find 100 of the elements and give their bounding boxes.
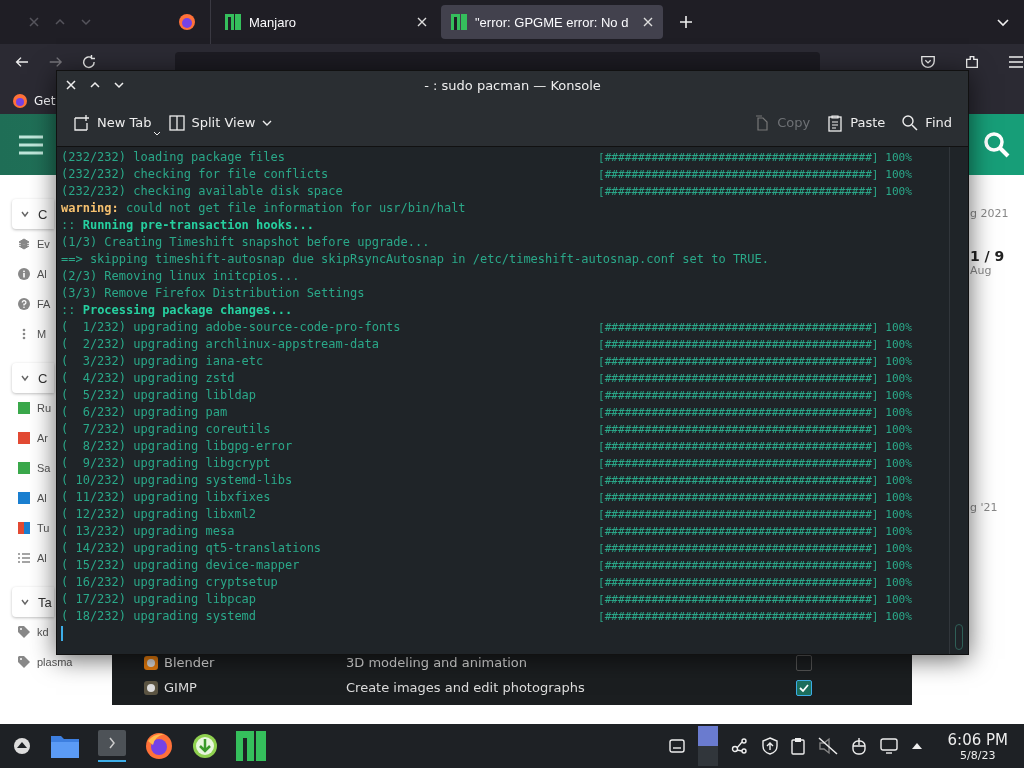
- terminal-line: ( 4/232) upgrading zstd: [61, 370, 236, 387]
- date-text: g '21: [969, 501, 999, 514]
- sidebar-link[interactable]: Ar: [37, 432, 48, 444]
- share-icon[interactable]: [730, 737, 749, 755]
- firefox-icon[interactable]: [144, 731, 174, 761]
- section-header[interactable]: C: [12, 363, 54, 393]
- menu-icon[interactable]: [1008, 54, 1024, 70]
- app-name: GIMP: [164, 680, 198, 695]
- terminal-line: ( 9/232) upgrading libgcrypt: [61, 455, 272, 472]
- terminal-task[interactable]: [98, 730, 126, 762]
- sidebar-link[interactable]: Al: [37, 552, 47, 564]
- manjaro-icon: [451, 14, 467, 30]
- reload-icon[interactable]: [81, 54, 98, 70]
- new-tab-button[interactable]: New Tab: [67, 109, 158, 136]
- browser-tab[interactable]: Manjaro: [215, 5, 437, 39]
- progress-text: [########################################] 100%: [598, 354, 912, 370]
- terminal-line: (232/232) loading package files: [61, 149, 286, 166]
- sidebar-link[interactable]: Tu: [37, 522, 50, 534]
- download-icon[interactable]: [192, 733, 218, 759]
- progress-text: [########################################] 100%: [598, 507, 912, 523]
- post-counter: 1 / 9: [969, 248, 1006, 264]
- search-icon: [982, 130, 1011, 159]
- back-icon[interactable]: [14, 54, 30, 70]
- list-icon: [18, 552, 30, 564]
- tab-title: Manjaro: [249, 14, 297, 30]
- firefox-icon[interactable]: [178, 13, 196, 31]
- section-header[interactable]: Ta: [12, 587, 54, 617]
- terminal-line: ( 12/232) upgrading libxml2: [61, 506, 258, 523]
- tab-title: "error: GPGME error: No d: [475, 14, 630, 30]
- expand-icon[interactable]: [910, 742, 923, 750]
- progress-text: [########################################] 100%: [598, 184, 912, 200]
- desktop-pager[interactable]: [697, 726, 718, 766]
- split-view-icon: [167, 113, 186, 132]
- firefox-icon[interactable]: [12, 93, 28, 109]
- text-cursor: [61, 626, 63, 641]
- terminal-line: (2/3) Removing linux initcpios...: [61, 268, 300, 285]
- forward-icon[interactable]: [47, 54, 64, 70]
- manjaro-icon: [225, 14, 241, 30]
- terminal-line: ( 11/232) upgrading libxfixes: [61, 489, 272, 506]
- section-header[interactable]: C: [12, 199, 54, 229]
- shield-icon[interactable]: [761, 737, 778, 755]
- sidebar-link[interactable]: FA: [37, 298, 51, 310]
- pocket-icon[interactable]: [920, 54, 936, 70]
- date-text: g 2021: [969, 207, 1010, 220]
- find-button[interactable]: Find: [895, 109, 958, 136]
- search-button[interactable]: [969, 114, 1024, 175]
- window-icon[interactable]: [668, 739, 685, 753]
- sidebar-link[interactable]: Al: [37, 268, 47, 280]
- sidebar-link[interactable]: Al: [37, 492, 47, 504]
- progress-text: [########################################] 100%: [598, 456, 912, 472]
- date-text: Aug: [969, 264, 993, 277]
- terminal-line: ( 17/232) upgrading libpcap: [61, 591, 258, 608]
- clipboard-icon[interactable]: [790, 737, 805, 755]
- terminal-line: ( 8/232) upgrading libgpg-error: [61, 438, 294, 455]
- chevron-icon: [20, 597, 30, 607]
- progress-text: [########################################] 100%: [598, 439, 912, 455]
- terminal-line: ( 7/232) upgrading coreutils: [61, 421, 272, 438]
- sidebar-link[interactable]: kd: [37, 626, 49, 638]
- caret-icon: [153, 131, 160, 136]
- paste-button[interactable]: Paste: [820, 109, 892, 136]
- app-description: 3D modeling and animation: [346, 655, 529, 670]
- sidebar-link[interactable]: Ev: [37, 238, 50, 250]
- muted-speaker-icon[interactable]: [817, 737, 838, 755]
- terminal-line: (1/3) Creating Timeshift snapshot before upgrade...: [61, 234, 430, 251]
- terminal-line: ( 5/232) upgrading libldap: [61, 387, 258, 404]
- bookmark-link[interactable]: Get: [34, 94, 56, 108]
- chevron-icon: [20, 209, 30, 219]
- progress-text: [########################################] 100%: [598, 371, 912, 387]
- chevron-down-icon[interactable]: [113, 79, 125, 91]
- address-field[interactable]: [175, 52, 820, 70]
- menu-icon[interactable]: [18, 133, 44, 156]
- progress-text: [########################################] 100%: [598, 609, 912, 625]
- terminal-line: ( 10/232) upgrading systemd-libs: [61, 472, 294, 489]
- progress-text: [########################################] 100%: [598, 405, 912, 421]
- progress-text: [########################################] 100%: [598, 167, 912, 183]
- sidebar-link[interactable]: Sa: [37, 462, 51, 474]
- sidebar-link[interactable]: plasma: [37, 656, 73, 668]
- launcher-icon[interactable]: [12, 736, 32, 756]
- split-view-button[interactable]: Split View: [161, 109, 280, 136]
- checkbox[interactable]: [796, 679, 812, 696]
- new-tab-icon[interactable]: [679, 15, 693, 29]
- manjaro-icon[interactable]: [236, 731, 266, 761]
- progress-text: [########################################] 100%: [598, 150, 912, 166]
- new-tab-icon: [73, 113, 91, 132]
- mouse-icon[interactable]: [850, 737, 867, 755]
- puzzle-icon[interactable]: [964, 54, 980, 70]
- app-name: Blender: [164, 655, 216, 670]
- progress-text: [########################################] 100%: [598, 422, 912, 438]
- display-icon[interactable]: [879, 738, 898, 754]
- info-icon: [18, 268, 30, 280]
- clock-time[interactable]: 6:06 PM: [947, 730, 1008, 749]
- clock-date[interactable]: 5/8/23: [960, 748, 996, 762]
- browser-tab[interactable]: "error: GPGME error: No d: [441, 5, 663, 39]
- folder-icon[interactable]: [50, 733, 80, 759]
- sidebar-link[interactable]: M: [37, 328, 47, 340]
- chevron-icon: [20, 373, 30, 383]
- sidebar-link[interactable]: Ru: [37, 402, 52, 414]
- progress-text: [########################################] 100%: [598, 473, 912, 489]
- progress-text: [########################################] 100%: [598, 575, 912, 591]
- terminal-line: ( 3/232) upgrading iana-etc: [61, 353, 265, 370]
